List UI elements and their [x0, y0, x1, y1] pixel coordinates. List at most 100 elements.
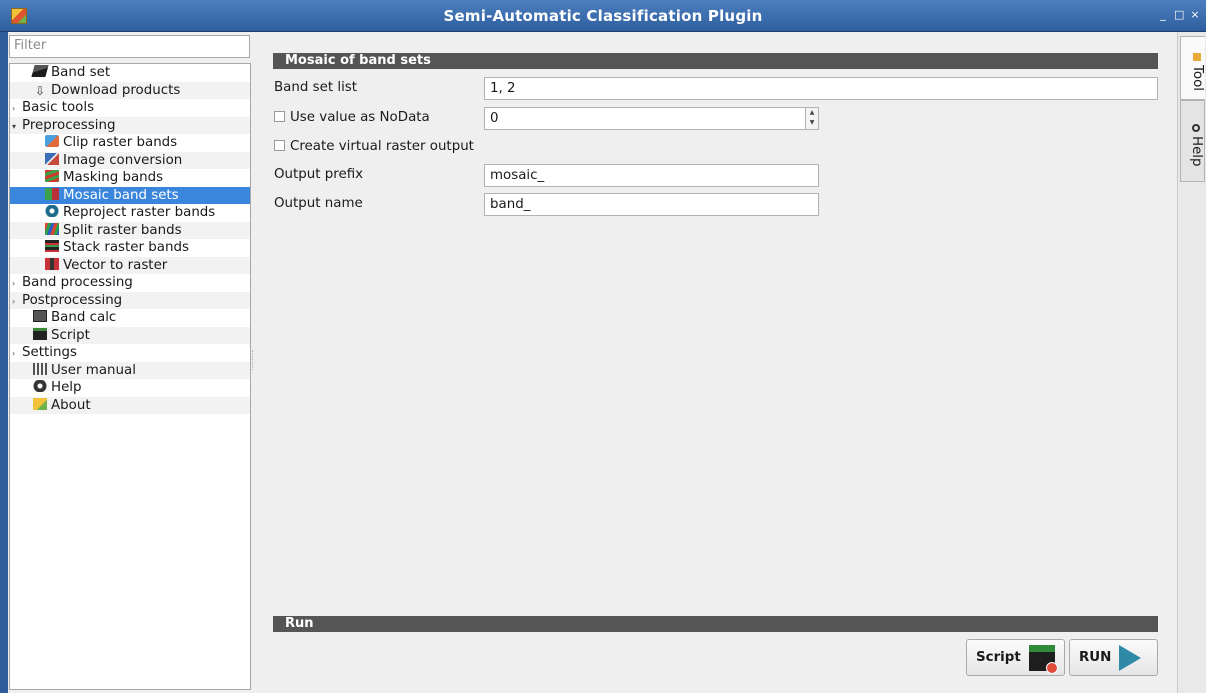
tree-item-label: Download products [51, 82, 181, 98]
band-set-list-label: Band set list [274, 80, 358, 95]
minimize-icon[interactable]: _ [1158, 8, 1168, 21]
output-name-label: Output name [274, 196, 363, 211]
user-manual-icon [33, 362, 47, 375]
tree-item-label: Script [51, 327, 90, 343]
nodata-value-spinbox[interactable]: 0 ▲ ▼ [484, 107, 819, 130]
tree-item-user-manual[interactable]: User manual [10, 361, 250, 379]
section-header-run: Run [273, 616, 1158, 632]
band-set-icon [31, 65, 49, 77]
about-icon [33, 397, 47, 410]
output-prefix-label: Output prefix [274, 167, 364, 182]
tree-item-label: Preprocessing [22, 117, 116, 133]
tree-item-label: Vector to raster [63, 257, 168, 273]
nodata-row: Use value as NoData [274, 110, 430, 125]
tree-item-label: Band calc [51, 310, 117, 325]
tree-item-band-set[interactable]: Band set [10, 64, 250, 82]
expand-arrow-icon[interactable]: › [12, 275, 22, 293]
splitter-handle[interactable] [252, 350, 255, 370]
tree-item-label: Stack raster bands [63, 240, 189, 255]
tree-item-script[interactable]: Script [10, 326, 250, 344]
tool-tree: Band set ⇩ Download products › Basic tools… [9, 63, 251, 690]
tree-item-label: Settings [22, 345, 77, 360]
run-icon [1119, 644, 1142, 671]
spin-arrows-icon[interactable]: ▲ ▼ [805, 108, 818, 129]
tree-item-label: Help [51, 380, 82, 395]
band-set-list-input[interactable]: 1, 2 [484, 77, 1158, 100]
masking-icon [45, 170, 59, 182]
tree-item-label: Mosaic band sets [63, 187, 179, 203]
script-button[interactable]: Script [966, 639, 1065, 676]
tree-item-postprocessing[interactable]: › Postprocessing [10, 291, 250, 311]
tree-item-help[interactable]: Help [10, 379, 250, 397]
tree-item-label: Reproject raster bands [63, 205, 216, 220]
tree-item-label: About [51, 397, 91, 413]
tree-item-vector-to-raster[interactable]: Vector to raster [10, 256, 250, 274]
script-button-label: Script [976, 650, 1021, 665]
mosaic-icon [45, 187, 59, 200]
help-icon [33, 380, 47, 392]
virtual-raster-checkbox[interactable] [274, 140, 285, 151]
tab-help[interactable]: Help [1180, 100, 1205, 182]
section-header-mosaic: Mosaic of band sets [273, 53, 1158, 69]
stack-icon [45, 240, 59, 252]
tree-item-download-products[interactable]: ⇩ Download products [10, 81, 250, 99]
virtual-raster-label: Create virtual raster output [290, 139, 474, 154]
tree-item-about[interactable]: About [10, 396, 250, 414]
output-prefix-input[interactable]: mosaic_ [484, 164, 819, 187]
tree-item-label: Postprocessing [22, 292, 123, 308]
maximize-icon[interactable]: □ [1174, 8, 1184, 21]
help-tab-icon [1192, 123, 1200, 132]
tab-help-label: Help [1189, 135, 1204, 167]
tree-item-label: Clip raster bands [63, 135, 178, 150]
tab-tool[interactable]: Tool [1180, 36, 1205, 100]
clip-icon [45, 135, 59, 147]
download-icon: ⇩ [34, 83, 46, 98]
expand-arrow-icon[interactable]: › [12, 293, 22, 311]
tree-item-mosaic-band-sets[interactable]: Mosaic band sets [10, 186, 250, 204]
nodata-checkbox[interactable] [274, 111, 285, 122]
vector-to-raster-icon [45, 257, 59, 270]
virtual-raster-row: Create virtual raster output [274, 139, 474, 154]
tree-item-band-processing[interactable]: › Band processing [10, 274, 250, 292]
tree-item-band-calc[interactable]: Band calc [10, 309, 250, 327]
tree-item-label: Basic tools [22, 100, 95, 115]
split-icon [45, 222, 59, 235]
tree-item-settings[interactable]: › Settings [10, 344, 250, 362]
image-conversion-icon [45, 152, 59, 165]
expand-arrow-icon[interactable]: › [12, 345, 22, 363]
close-icon[interactable]: × [1190, 8, 1200, 21]
tree-item-stack-raster-bands[interactable]: Stack raster bands [10, 239, 250, 257]
tree-item-preprocessing[interactable]: ▾ Preprocessing [10, 116, 250, 136]
expand-arrow-icon[interactable]: › [12, 100, 22, 118]
nodata-value: 0 [490, 111, 499, 126]
tree-item-split-raster-bands[interactable]: Split raster bands [10, 221, 250, 239]
tree-item-image-conversion[interactable]: Image conversion [10, 151, 250, 169]
reproject-icon [45, 205, 59, 217]
tree-item-label: Band set [51, 65, 111, 80]
nodata-checkbox-label: Use value as NoData [290, 110, 430, 125]
tree-item-label: Image conversion [63, 152, 183, 168]
tree-item-basic-tools[interactable]: › Basic tools [10, 99, 250, 117]
tool-tab-icon [1193, 52, 1201, 61]
tab-tool-label: Tool [1190, 64, 1205, 91]
window-left-edge [0, 32, 8, 693]
title-bar: Semi-Automatic Classification Plugin _ □… [0, 0, 1206, 32]
run-button[interactable]: RUN [1069, 639, 1158, 676]
filter-input[interactable]: Filter [9, 35, 250, 58]
tree-item-clip-raster-bands[interactable]: Clip raster bands [10, 134, 250, 152]
tree-item-reproject-raster-bands[interactable]: Reproject raster bands [10, 204, 250, 222]
window-title: Semi-Automatic Classification Plugin [443, 7, 763, 25]
tree-item-label: User manual [51, 362, 136, 378]
tree-item-masking-bands[interactable]: Masking bands [10, 169, 250, 187]
tree-item-label: Split raster bands [63, 222, 182, 238]
script-icon [1028, 644, 1058, 674]
run-button-label: RUN [1079, 650, 1112, 665]
collapse-arrow-icon[interactable]: ▾ [12, 118, 22, 136]
script-icon [33, 327, 47, 340]
output-name-input[interactable]: band_ [484, 193, 819, 216]
window-controls: _ □ × [1158, 8, 1200, 21]
band-calc-icon [33, 310, 47, 322]
right-tab-bar: Tool Help [1177, 32, 1206, 693]
tree-item-label: Masking bands [63, 170, 164, 185]
tree-item-label: Band processing [22, 275, 133, 290]
